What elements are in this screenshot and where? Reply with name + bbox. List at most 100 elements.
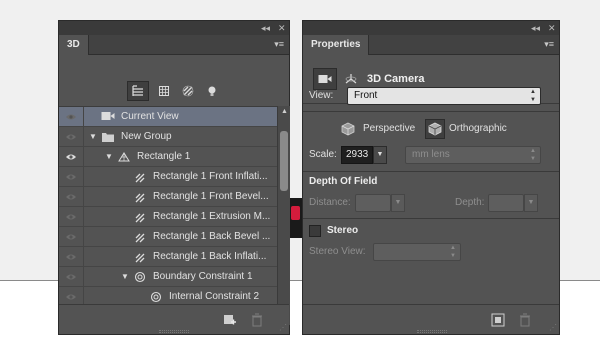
divider xyxy=(303,218,559,219)
stereo-checkbox[interactable] xyxy=(309,225,321,237)
camera-icon[interactable] xyxy=(313,68,337,90)
visibility-eye-icon[interactable] xyxy=(64,130,78,144)
constraint-icon xyxy=(149,291,163,303)
panel-menu-button[interactable]: ▾≡ xyxy=(274,37,284,51)
tab-bar: 3D ▾≡ xyxy=(59,35,289,55)
layer-row[interactable]: Rectangle 1 Back Inflati... xyxy=(59,247,277,267)
tab-bar: Properties ▾≡ xyxy=(303,35,559,55)
scene-layer-list: Current View ▼ New Group ▼ Rectangle 1 Rectan… xyxy=(59,106,277,327)
3d-panel: ◂◂ ✕ 3D ▾≡ Current View ▼ New Group ▼ Rectan… xyxy=(58,20,290,335)
scroll-up-icon[interactable]: ▲ xyxy=(281,108,288,116)
layer-row[interactable]: ▼ Boundary Constraint 1 xyxy=(59,267,277,287)
distance-label: Distance: xyxy=(309,197,351,208)
scale-dropdown-button[interactable]: ▼ xyxy=(373,146,387,164)
tab-3d[interactable]: 3D xyxy=(59,35,89,55)
lens-select[interactable]: mm lens ▲ ▼ xyxy=(405,146,541,164)
add-object-icon[interactable] xyxy=(223,313,237,330)
perspective-icon[interactable] xyxy=(339,120,357,138)
tab-properties[interactable]: Properties xyxy=(303,35,370,55)
material-icon xyxy=(133,191,147,203)
panel-header: ◂◂ ✕ xyxy=(59,21,289,35)
visibility-eye-icon[interactable] xyxy=(64,230,78,244)
visibility-eye-icon[interactable] xyxy=(64,170,78,184)
materials-filter-icon[interactable] xyxy=(177,81,199,101)
distance-input[interactable] xyxy=(355,194,391,212)
layer-label: Rectangle 1 xyxy=(137,151,191,162)
material-icon xyxy=(133,211,147,223)
column-divider xyxy=(83,267,84,287)
column-divider xyxy=(83,127,84,147)
collapse-panel-button[interactable]: ◂◂ xyxy=(261,21,270,35)
layer-list-scrollbar[interactable]: ▲ ▼ xyxy=(277,106,290,325)
column-divider xyxy=(83,147,84,167)
orthographic-label[interactable]: Orthographic xyxy=(449,121,507,137)
expand-toggle-icon[interactable]: ▼ xyxy=(105,147,113,167)
collapse-panel-button[interactable]: ◂◂ xyxy=(531,21,540,35)
expand-toggle-icon[interactable]: ▼ xyxy=(121,267,129,287)
layer-label: Rectangle 1 Extrusion M... xyxy=(153,211,271,222)
material-icon xyxy=(133,171,147,183)
layer-label: Current View xyxy=(121,111,179,122)
panel-menu-button[interactable]: ▾≡ xyxy=(544,37,554,51)
visibility-eye-icon[interactable] xyxy=(64,270,78,284)
mesh-icon xyxy=(117,151,131,163)
render-icon[interactable] xyxy=(491,313,505,330)
panel-footer: ⋰ xyxy=(303,304,559,334)
layer-label: New Group xyxy=(121,131,172,142)
lens-select-value: mm lens xyxy=(412,149,450,160)
stereo-view-select[interactable]: ▲ ▼ xyxy=(373,243,461,261)
layer-row[interactable]: ▼ Rectangle 1 xyxy=(59,147,277,167)
scale-label: Scale: xyxy=(309,149,337,160)
depth-input[interactable] xyxy=(488,194,524,212)
layer-row[interactable]: Rectangle 1 Extrusion M... xyxy=(59,207,277,227)
depth-label: Depth: xyxy=(455,197,485,208)
column-divider xyxy=(83,207,84,227)
column-divider xyxy=(83,107,84,127)
layer-row[interactable]: Rectangle 1 Front Inflati... xyxy=(59,167,277,187)
view-select[interactable]: Front ▲ ▼ xyxy=(347,87,541,105)
visibility-eye-icon[interactable] xyxy=(64,150,78,164)
depth-dropdown-button[interactable]: ▼ xyxy=(524,194,538,212)
panel-resize-grip[interactable] xyxy=(417,330,447,333)
stereo-view-label: Stereo View: xyxy=(309,246,366,257)
scale-input[interactable]: 2933 xyxy=(341,146,373,164)
layer-row[interactable]: Rectangle 1 Back Bevel ... xyxy=(59,227,277,247)
layer-label: Rectangle 1 Back Inflati... xyxy=(153,251,267,262)
distance-dropdown-button[interactable]: ▼ xyxy=(391,194,405,212)
select-arrows-icon: ▲ ▼ xyxy=(450,245,456,259)
divider xyxy=(303,111,559,112)
layer-row[interactable]: Current View xyxy=(59,107,277,127)
visibility-eye-icon[interactable] xyxy=(64,290,78,304)
layer-label: Rectangle 1 Back Bevel ... xyxy=(153,231,271,242)
perspective-label[interactable]: Perspective xyxy=(363,121,415,137)
layer-label: Rectangle 1 Front Bevel... xyxy=(153,191,269,202)
panel-footer: ⋰ xyxy=(59,304,289,334)
lights-filter-icon[interactable] xyxy=(201,81,223,101)
visibility-eye-icon[interactable] xyxy=(64,110,78,124)
visibility-eye-icon[interactable] xyxy=(64,250,78,264)
properties-panel: ◂◂ ✕ Properties ▾≡ 3D Camera View: Front… xyxy=(302,20,560,335)
expand-toggle-icon[interactable]: ▼ xyxy=(89,127,97,147)
material-icon xyxy=(133,251,147,263)
close-panel-button[interactable]: ✕ xyxy=(548,21,556,35)
panel-resize-grip[interactable] xyxy=(159,330,189,333)
close-panel-button[interactable]: ✕ xyxy=(278,21,286,35)
material-icon xyxy=(133,231,147,243)
meshes-filter-icon[interactable] xyxy=(153,81,175,101)
select-arrows-icon: ▲ ▼ xyxy=(530,148,536,162)
visibility-eye-icon[interactable] xyxy=(64,210,78,224)
whole-scene-filter-icon[interactable] xyxy=(127,81,149,101)
corner-resize-grip[interactable]: ⋰ xyxy=(549,324,557,332)
visibility-eye-icon[interactable] xyxy=(64,190,78,204)
layer-row[interactable]: Rectangle 1 Front Bevel... xyxy=(59,187,277,207)
delete-icon[interactable] xyxy=(519,313,531,330)
column-divider xyxy=(83,187,84,207)
corner-resize-grip[interactable]: ⋰ xyxy=(279,324,287,332)
layer-row[interactable]: ▼ New Group xyxy=(59,127,277,147)
group-folder-icon xyxy=(101,131,115,143)
scroll-thumb[interactable] xyxy=(280,131,288,191)
constraint-icon xyxy=(133,271,147,283)
delete-icon[interactable] xyxy=(251,313,263,330)
orthographic-icon[interactable] xyxy=(425,119,445,139)
column-divider xyxy=(83,227,84,247)
